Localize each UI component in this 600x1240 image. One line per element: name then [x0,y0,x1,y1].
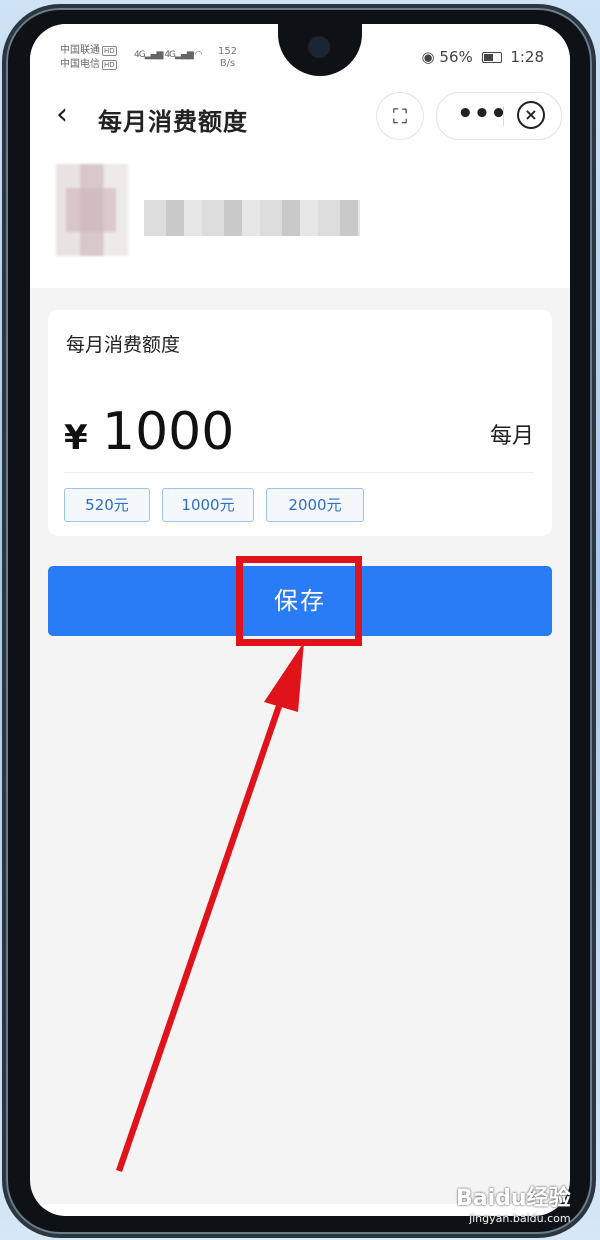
close-circle-icon: × [524,105,538,124]
carrier-1: 中国联通 [60,45,100,56]
carrier-info: 中国联通 HD 中国电信 HD [60,44,117,72]
arrow-shaft [116,676,292,1172]
hd-badge: HD [102,60,117,70]
user-profile [30,154,570,288]
more-button[interactable]: ••• [457,99,507,129]
chevron-left-icon: ‹ [56,97,68,132]
period-label: 每月 [489,424,534,449]
watermark: Baidu经验 jingyan.baidu.com [456,1180,571,1225]
camera-notch [278,24,362,76]
capsule-divider [503,106,504,126]
signal-1-label: 4G [134,50,146,60]
divider [64,472,534,473]
speed-value: 152 [218,46,238,57]
blurred-username [144,200,360,236]
quota-option-2000[interactable]: 2000元 [266,488,364,522]
eye-icon: ◉ [421,48,435,66]
watermark-logo: Baidu经验 [456,1186,571,1211]
quota-option-520[interactable]: 520元 [64,488,150,522]
currency-symbol: ¥ [64,418,88,458]
close-button[interactable]: × [517,101,545,129]
hd-badge: HD [102,46,117,56]
quota-option-1000[interactable]: 1000元 [162,488,254,522]
back-button[interactable]: ‹ [56,100,68,130]
phone-frame: 中国联通 HD 中国电信 HD 4G▂▄▆ 4G▂▄▆ ◠ 152 B/s ◉ 56… [6,8,592,1234]
battery-icon [481,52,502,63]
scan-button[interactable]: ⛶ [376,92,424,140]
screen: 中国联通 HD 中国电信 HD 4G▂▄▆ 4G▂▄▆ ◠ 152 B/s ◉ 56… [30,24,570,1216]
nav-bar: ‹ 每月消费额度 ⛶ ••• × [30,80,570,154]
network-speed: 152 B/s [218,46,237,70]
highlight-box [236,556,362,646]
avatar [56,164,128,256]
signal-2-label: 4G [164,50,176,60]
carrier-2: 中国电信 [60,59,100,70]
right-status: ◉ 56% 1:28 [422,48,544,66]
amount-input[interactable]: 1000 [102,402,234,462]
card-title: 每月消费额度 [66,334,181,356]
signal-indicator: 4G▂▄▆ 4G▂▄▆ ◠ [134,50,203,60]
watermark-url: jingyan.baidu.com [469,1212,571,1225]
quota-card: 每月消费额度 ¥ 1000 每月 520元 1000元 2000元 [48,310,552,536]
status-bar: 中国联通 HD 中国电信 HD 4G▂▄▆ 4G▂▄▆ ◠ 152 B/s ◉ 56… [30,24,570,80]
page-title: 每月消费额度 [98,108,248,136]
mini-program-capsule: ••• × [436,92,562,140]
front-camera-icon [308,36,330,58]
clock: 1:28 [510,48,544,66]
speed-unit: B/s [219,58,236,69]
arrow-head [264,642,304,712]
battery-percent: 56% [439,48,473,66]
scan-icon: ⛶ [393,104,407,128]
more-horizontal-icon: ••• [457,99,507,129]
